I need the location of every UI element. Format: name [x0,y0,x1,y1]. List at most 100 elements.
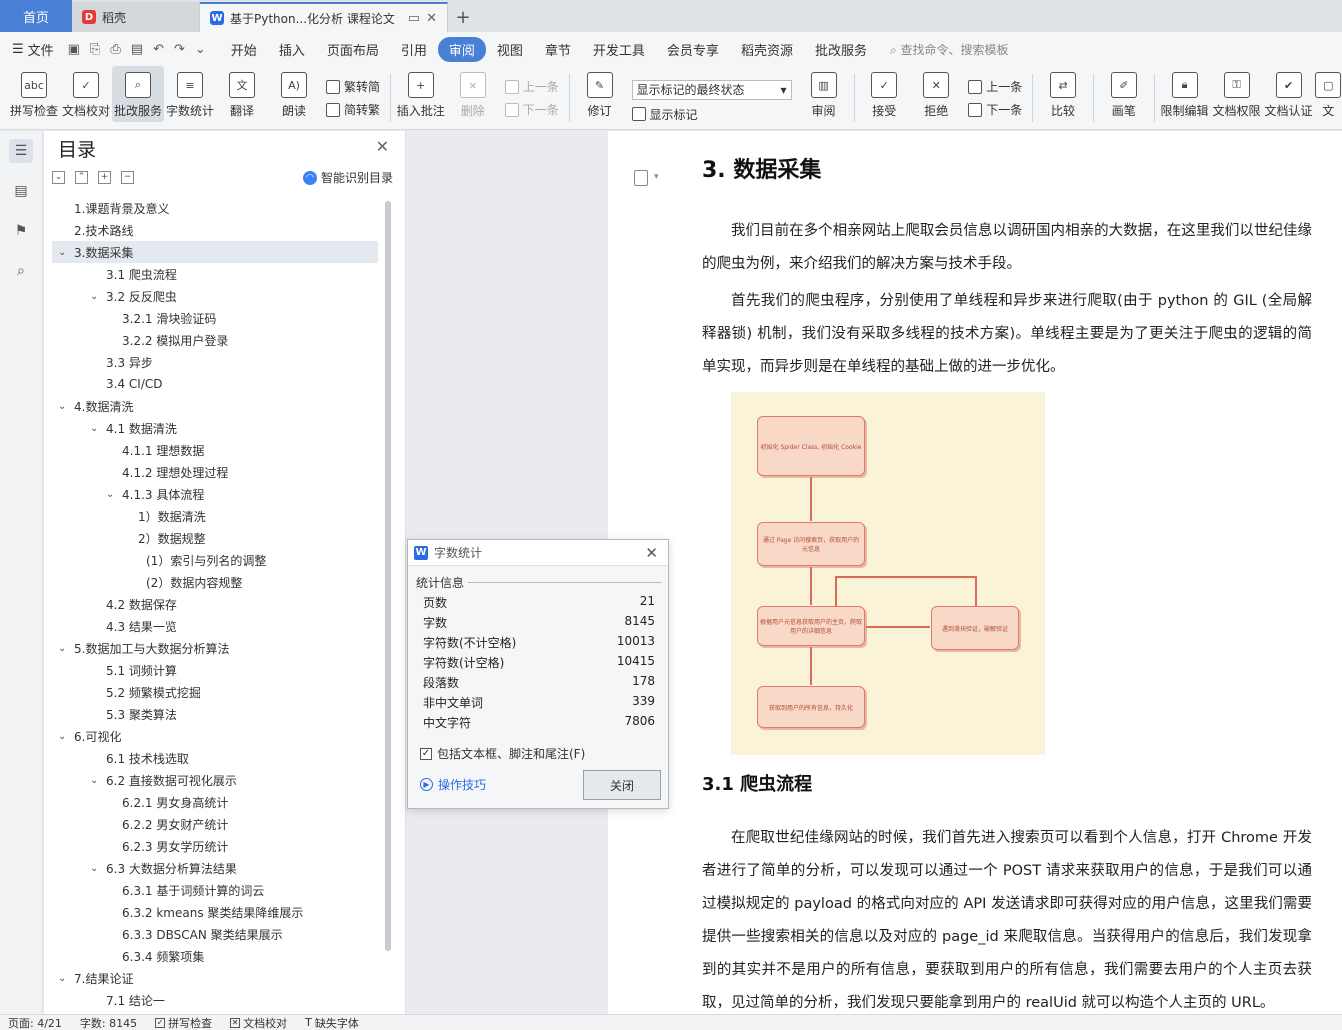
translate-button[interactable]: 文翻译 [216,66,268,119]
menu-item[interactable]: 插入 [268,37,316,62]
toc-item[interactable]: ⌄ 6.可视化 [52,725,378,747]
toc-item[interactable]: 2）数据规整 [52,527,378,549]
doc-more-button[interactable]: ▢ 文 [1315,66,1342,119]
toc-item[interactable]: 5.1 词频计算 [52,659,378,681]
doc-auth-button[interactable]: ✔ 文档认证 [1263,66,1315,119]
toc-item[interactable]: 6.2.3 男女学历统计 [52,835,378,857]
expand-all-icon[interactable]: ⌃ [75,170,88,184]
menu-item[interactable]: 会员专享 [656,37,730,62]
menu-item[interactable]: 页面布局 [316,37,390,62]
more-icon[interactable]: ⌄ [195,42,206,57]
spell-check-status[interactable]: ✓ 拼写检查 [155,1015,212,1030]
chevron-down-icon[interactable]: ⌄ [106,489,114,500]
toc-item[interactable]: 1.课题背景及意义 [52,197,378,219]
export-icon[interactable]: ⎘ [90,42,100,57]
toc-item[interactable]: 3.3 异步 [52,351,378,373]
toc-panel-icon[interactable]: ☰ [9,139,33,163]
toc-item[interactable]: 4.1.1 理想数据 [52,439,378,461]
toc-item[interactable]: ⌄ 7.结果论证 [52,967,378,989]
toc-item[interactable]: 4.1.2 理想处理过程 [52,461,378,483]
chevron-down-icon[interactable]: ⌄ [58,401,66,412]
menu-item[interactable]: 开始 [220,37,268,62]
search-icon[interactable]: ⌕ [9,259,33,283]
include-textbox-checkbox[interactable]: ✓ 包括文本框、脚注和尾注(F) [420,745,585,762]
toc-item[interactable]: 6.3.4 频繁项集 [52,945,378,967]
menu-item[interactable]: 稻壳资源 [730,37,804,62]
toc-item[interactable]: 6.1 技术栈选取 [52,747,378,769]
toc-item[interactable]: 6.2.1 男女身高统计 [52,791,378,813]
toc-item[interactable]: 6.3.3 DBSCAN 聚类结果展示 [52,923,378,945]
toc-item[interactable]: ⌄ 3.2 反反爬虫 [52,285,378,307]
close-icon[interactable]: ✕ [376,137,389,156]
toc-item[interactable]: 3.4 CI/CD [52,373,378,395]
toc-item[interactable]: 3.2.1 滑块验证码 [52,307,378,329]
menu-item[interactable]: 视图 [486,37,534,62]
toc-item[interactable]: ⌄ 3.数据采集 [52,241,378,263]
menu-item[interactable]: 开发工具 [582,37,656,62]
toc-item[interactable]: (2）数据内容规整 [52,571,378,593]
tab-daoke[interactable]: D 稻壳 [72,2,200,32]
doc-permission-button[interactable]: ⚿ 文档权限 [1211,66,1263,119]
toc-item[interactable]: 2.技术路线 [52,219,378,241]
undo-icon[interactable]: ↶ [153,42,164,57]
reject-button[interactable]: ✕ 拒绝 [910,66,962,119]
toc-scroll-thumb[interactable] [385,201,391,951]
next-comment-button[interactable]: 下一条 [504,101,559,118]
menu-item[interactable]: 章节 [534,37,582,62]
toc-item[interactable]: 5.3 聚类算法 [52,703,378,725]
toc-item[interactable]: 5.2 频繁模式挖掘 [52,681,378,703]
toc-item[interactable]: 7.1 结论一 [52,989,378,1011]
delete-comment-button[interactable]: × 删除 [447,66,499,119]
smart-toc-button[interactable]: ◠ 智能识别目录 [302,169,393,186]
add-level-icon[interactable]: + [98,170,111,184]
toc-scrollbar[interactable] [385,201,391,951]
accept-button[interactable]: ✓ 接受 [858,66,910,119]
toc-item[interactable]: ⌄ 4.数据清洗 [52,395,378,417]
word-count-indicator[interactable]: 字数: 8145 [80,1015,137,1030]
dialog-close-button[interactable]: 关闭 [583,770,661,800]
toc-item[interactable]: 6.2.2 男女财产统计 [52,813,378,835]
chevron-down-icon[interactable]: ▾ [654,172,659,182]
read-aloud-button[interactable]: A) 朗读 [268,66,320,119]
prev-change-button[interactable]: 上一条 [968,78,1022,95]
review-pane-button[interactable]: ▥ 审阅 [798,66,850,119]
chapter-icon[interactable]: ▤ [9,179,33,203]
chevron-down-icon[interactable]: ⌄ [90,423,98,434]
file-menu[interactable]: ☰ 文件 [12,40,54,59]
pen-button[interactable]: ✐ 画笔 [1098,66,1150,119]
correction-service-button[interactable]: ⌕ 批改服务 [112,66,164,122]
close-icon[interactable]: ✕ [645,544,658,562]
chevron-down-icon[interactable]: ⌄ [90,775,98,786]
compare-button[interactable]: ⇄ 比较 [1037,66,1089,119]
save-icon[interactable]: ▣ [68,42,80,57]
window-icon[interactable]: ▭ [408,11,420,26]
insert-comment-button[interactable]: + 插入批注 [395,66,447,119]
missing-font-status[interactable]: T 缺失字体 [305,1015,359,1030]
markup-state-select[interactable]: 显示标记的最终状态 ▾ [631,79,792,100]
toc-item[interactable]: ⌄ 6.3 大数据分析算法结果 [52,857,378,879]
remove-level-icon[interactable]: − [121,170,134,184]
toc-item[interactable]: 4.3 结果一览 [52,615,378,637]
bookmark-icon[interactable]: ⚑ [9,219,33,243]
prev-comment-button[interactable]: 上一条 [504,78,559,95]
toc-item[interactable]: 6.3.1 基于词频计算的词云 [52,879,378,901]
menu-item[interactable]: 批改服务 [804,37,878,62]
toc-item[interactable]: 3.2.2 模拟用户登录 [52,329,378,351]
simp-to-trad-button[interactable]: 简转繁 [326,101,380,118]
trad-to-simp-button[interactable]: 繁转简 [326,78,380,95]
toc-item[interactable]: 6.3.2 kmeans 聚类结果降维展示 [52,901,378,923]
tab-document[interactable]: W 基于Python...化分析 课程论文 ▭ ✕ [200,2,448,32]
new-tab-button[interactable]: + [448,2,478,32]
show-markup-button[interactable]: 显示标记 [631,106,792,123]
toc-item[interactable]: 1）数据清洗 [52,505,378,527]
proofread-status[interactable]: ✕ 文档校对 [230,1015,287,1030]
doc-proofread-button[interactable]: ✓ 文档校对 [60,66,112,119]
page-indicator[interactable]: 页面: 4/21 [8,1015,62,1030]
menu-item[interactable]: 引用 [390,37,438,62]
tab-close-icon[interactable]: ✕ [426,11,437,26]
chevron-down-icon[interactable]: ⌄ [90,291,98,302]
page-outline-icon[interactable] [634,170,648,186]
chevron-down-icon[interactable]: ⌄ [58,973,66,984]
toc-item[interactable]: ⌄ 4.1.3 具体流程 [52,483,378,505]
toc-item[interactable]: ⌄ 6.2 直接数据可视化展示 [52,769,378,791]
